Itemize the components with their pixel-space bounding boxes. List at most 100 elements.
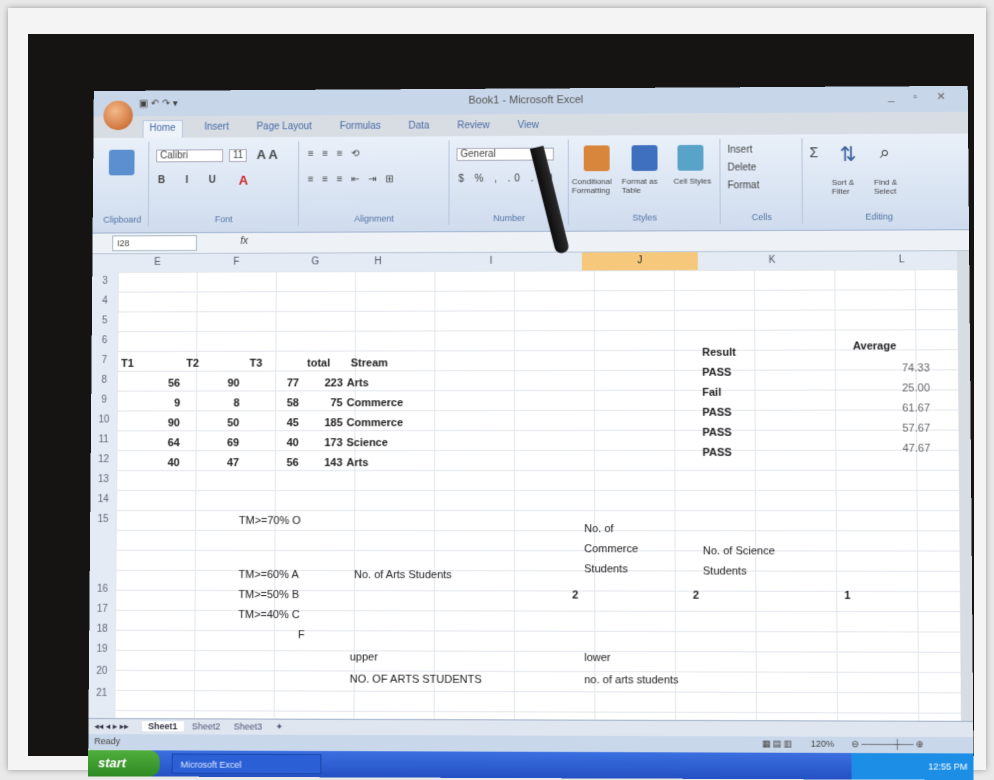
cell-result[interactable]: Fail: [702, 386, 721, 400]
row-header[interactable]: 13: [90, 474, 116, 485]
header-result[interactable]: Result: [702, 346, 736, 360]
cell-t1[interactable]: 64: [150, 436, 180, 450]
row-header[interactable]: 7: [92, 355, 118, 366]
commerce-label-3[interactable]: Students: [584, 562, 628, 576]
commerce-label-1[interactable]: No. of: [584, 522, 613, 536]
tab-view[interactable]: View: [512, 118, 545, 136]
header-total[interactable]: total: [307, 357, 330, 371]
tab-home[interactable]: Home: [142, 119, 183, 138]
row-header[interactable]: 17: [89, 604, 115, 615]
office-button[interactable]: [103, 100, 133, 131]
sheet-tab[interactable]: Sheet2: [192, 721, 220, 731]
cell-stream[interactable]: Arts: [346, 456, 368, 470]
row-header[interactable]: 6: [92, 335, 118, 346]
zoom-level[interactable]: 120%: [811, 739, 834, 749]
row-header[interactable]: 19: [89, 644, 115, 655]
col-header[interactable]: E: [118, 257, 197, 268]
grow-font-icon[interactable]: A A: [257, 147, 278, 162]
cell-total[interactable]: 185: [309, 416, 343, 430]
row-header[interactable]: 10: [91, 414, 117, 426]
upper-arts-label[interactable]: NO. OF ARTS STUDENTS: [350, 673, 482, 687]
upper-label[interactable]: upper: [350, 650, 378, 664]
col-header[interactable]: L: [846, 254, 957, 265]
header-stream[interactable]: Stream: [351, 356, 388, 370]
cell-total[interactable]: 75: [309, 396, 343, 410]
row-header[interactable]: 20: [89, 666, 115, 677]
insert-button[interactable]: Insert: [727, 145, 752, 156]
header-t1[interactable]: T1: [121, 357, 134, 371]
col-header[interactable]: F: [197, 257, 276, 268]
row-header[interactable]: 8: [91, 375, 117, 386]
window-controls[interactable]: _ ▫ ✕: [888, 90, 954, 103]
font-size-box[interactable]: 11: [228, 149, 248, 163]
conditional-formatting-icon[interactable]: [583, 145, 610, 172]
header-average[interactable]: Average: [853, 339, 896, 353]
sort-filter-label[interactable]: Sort & Filter: [832, 178, 872, 196]
cell-t1[interactable]: 9: [150, 397, 180, 411]
science-label-2[interactable]: Students: [703, 564, 747, 578]
row-header[interactable]: 11: [91, 434, 117, 445]
grade-c[interactable]: TM>=40% C: [238, 608, 300, 622]
cell-t1[interactable]: 56: [151, 377, 181, 391]
col-header[interactable]: K: [698, 255, 847, 266]
grade-b[interactable]: TM>=50% B: [238, 588, 299, 602]
cell-result[interactable]: PASS: [702, 406, 731, 420]
sheet-tab[interactable]: Sheet3: [234, 721, 263, 731]
cell-stream[interactable]: Commerce: [347, 416, 404, 430]
tab-formulas[interactable]: Formulas: [334, 119, 387, 137]
arts-students-label[interactable]: No. of Arts Students: [354, 568, 452, 582]
find-select-label[interactable]: Find & Select: [874, 178, 914, 196]
col-header[interactable]: I: [401, 256, 582, 268]
cell-total[interactable]: 173: [309, 436, 343, 450]
font-name-box[interactable]: Calibri: [156, 149, 224, 163]
cell-t2[interactable]: 47: [209, 456, 239, 470]
cell-total[interactable]: 223: [309, 376, 343, 390]
row-header[interactable]: 9: [91, 395, 117, 406]
sort-filter-icon[interactable]: ⇅: [840, 142, 857, 167]
tab-review[interactable]: Review: [451, 118, 495, 136]
cell-stream[interactable]: Arts: [347, 376, 369, 390]
cell-t3[interactable]: 45: [269, 416, 299, 430]
conditional-formatting-label[interactable]: Conditional Formatting: [572, 177, 618, 195]
cell-average[interactable]: 61.67: [869, 401, 930, 415]
grade-o[interactable]: TM>=70% O: [239, 514, 301, 528]
header-t2[interactable]: T2: [186, 357, 199, 371]
cell-result[interactable]: PASS: [702, 446, 731, 460]
col-header[interactable]: H: [355, 256, 401, 267]
bold-italic-underline[interactable]: B I U: [158, 175, 225, 186]
cell-average[interactable]: 25.00: [869, 381, 930, 395]
format-table-label[interactable]: Format as Table: [622, 177, 668, 195]
cell-t2[interactable]: 69: [209, 436, 239, 450]
row-header[interactable]: 12: [91, 454, 117, 465]
lower-label[interactable]: lower: [584, 651, 610, 665]
cell-stream[interactable]: Science: [346, 436, 387, 450]
count-commerce[interactable]: 2: [679, 589, 699, 603]
format-table-icon[interactable]: [631, 145, 658, 171]
sheet-tab-active[interactable]: Sheet1: [142, 721, 184, 732]
tab-page-layout[interactable]: Page Layout: [251, 119, 318, 137]
view-buttons[interactable]: ▦▤▥: [762, 738, 794, 749]
row-header[interactable]: 5: [92, 315, 118, 326]
delete-button[interactable]: Delete: [727, 162, 756, 173]
cell-stream[interactable]: Commerce: [347, 396, 404, 410]
cell-result[interactable]: PASS: [702, 426, 731, 440]
grade-f[interactable]: F: [298, 628, 305, 642]
grade-a[interactable]: TM>=60% A: [238, 568, 298, 582]
cell-t3[interactable]: 56: [269, 456, 299, 470]
format-button[interactable]: Format: [728, 180, 760, 191]
col-header-selected[interactable]: J: [581, 252, 698, 271]
paste-icon[interactable]: [108, 149, 135, 176]
cell-average[interactable]: 57.67: [870, 422, 931, 436]
tab-data[interactable]: Data: [403, 119, 436, 137]
autosum-icon[interactable]: Σ: [809, 144, 818, 160]
commerce-label-2[interactable]: Commerce: [584, 542, 638, 556]
row-header[interactable]: 3: [92, 276, 118, 287]
cell-total[interactable]: 143: [309, 456, 343, 470]
find-select-icon[interactable]: ⌕: [880, 142, 890, 163]
cell-grid[interactable]: [114, 269, 961, 721]
cell-t3[interactable]: 58: [269, 396, 299, 410]
quick-access-toolbar[interactable]: ▣ ↶ ↷ ▾: [139, 98, 178, 109]
sheet-nav-arrows[interactable]: ◂◂ ◂ ▸ ▸▸: [94, 721, 128, 732]
cell-t2[interactable]: 50: [210, 416, 240, 430]
cell-t1[interactable]: 40: [150, 456, 180, 470]
